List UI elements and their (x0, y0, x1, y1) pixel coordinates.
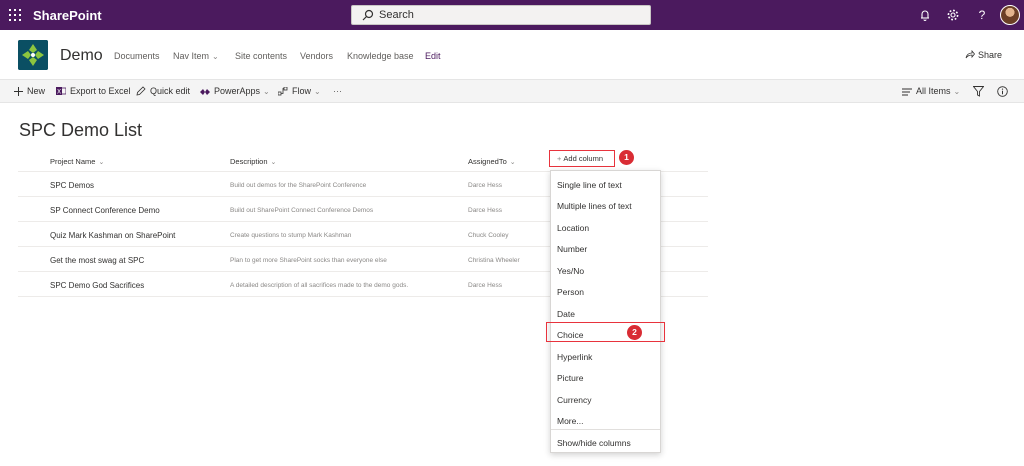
excel-icon: X (56, 87, 67, 96)
new-button[interactable]: New (14, 86, 45, 96)
cell-assigned-to: Darce Hess (468, 207, 502, 214)
export-excel-button[interactable]: X Export to Excel (56, 86, 131, 96)
new-label: New (27, 86, 46, 96)
search-icon (362, 9, 374, 21)
cell-description: Plan to get more SharePoint socks than e… (230, 257, 387, 264)
menu-item-more[interactable]: More... (557, 416, 583, 426)
add-column-label: Add column (563, 154, 603, 163)
nav-nav-item[interactable]: Nav Item ⌄ (173, 51, 219, 61)
flow-label: Flow (292, 86, 312, 96)
menu-item-picture[interactable]: Picture (557, 373, 583, 383)
menu-item-multiple-lines-text[interactable]: Multiple lines of text (557, 201, 632, 211)
menu-item-person[interactable]: Person (557, 287, 584, 297)
share-label: Share (978, 50, 1003, 60)
menu-item-hyperlink[interactable]: Hyperlink (557, 352, 592, 362)
choice-highlight-box (546, 322, 665, 342)
menu-item-location[interactable]: Location (557, 223, 589, 233)
quick-edit-button[interactable]: Quick edit (136, 86, 190, 96)
search-box[interactable]: Search (351, 5, 651, 25)
column-header-assigned-to[interactable]: AssignedTo ⌄ (468, 157, 516, 166)
site-logo-icon[interactable] (18, 40, 48, 70)
cell-description: Build out demos for the SharePoint Confe… (230, 182, 367, 189)
powerapps-label: PowerApps (214, 86, 261, 96)
column-header-label: Description (230, 157, 268, 166)
waffle-icon[interactable] (9, 9, 21, 21)
column-type-menu: Single line of text Multiple lines of te… (550, 170, 661, 453)
share-icon (965, 49, 976, 59)
menu-item-show-hide-columns[interactable]: Show/hide columns (557, 438, 631, 448)
column-header-project-name[interactable]: Project Name ⌄ (50, 157, 104, 166)
list-title: SPC Demo List (19, 120, 143, 140)
help-icon[interactable]: ? (975, 8, 989, 22)
avatar[interactable] (1000, 5, 1020, 25)
nav-site-contents[interactable]: Site contents (235, 51, 287, 61)
plus-icon (14, 87, 23, 96)
flow-icon (277, 86, 288, 96)
app-brand[interactable]: SharePoint (33, 8, 102, 23)
cell-assigned-to: Darce Hess (468, 282, 502, 289)
chevron-down-icon: ⌄ (98, 159, 105, 166)
menu-item-single-line-text[interactable]: Single line of text (557, 180, 622, 190)
menu-item-yes-no[interactable]: Yes/No (557, 266, 584, 276)
plus-icon: + (557, 154, 562, 163)
cell-assigned-to: Christina Wheeler (468, 257, 520, 264)
menu-item-date[interactable]: Date (557, 309, 575, 319)
cell-description: A detailed description of all sacrifices… (230, 282, 409, 289)
cell-assigned-to: Chuck Cooley (468, 232, 509, 239)
svg-text:X: X (57, 89, 61, 96)
more-commands-button[interactable]: ··· (333, 86, 342, 96)
powerapps-button[interactable]: PowerApps ⌄ (200, 86, 270, 96)
chevron-down-icon: ⌄ (263, 87, 270, 96)
cell-project-name: Quiz Mark Kashman on SharePoint (50, 231, 176, 240)
add-column-button[interactable]: + Add column (549, 150, 615, 167)
nav-knowledge-base[interactable]: Knowledge base (347, 51, 414, 61)
share-button[interactable]: Share (965, 49, 1003, 60)
filter-icon[interactable] (973, 86, 984, 97)
flow-button[interactable]: Flow ⌄ (277, 86, 321, 96)
site-title[interactable]: Demo (60, 47, 103, 65)
search-placeholder: Search (379, 9, 414, 21)
nav-documents[interactable]: Documents (114, 51, 160, 61)
menu-item-number[interactable]: Number (557, 244, 587, 254)
quick-edit-label: Quick edit (150, 86, 191, 96)
cell-project-name: SPC Demos (50, 181, 95, 190)
callout-badge-2: 2 (627, 325, 642, 340)
chevron-down-icon: ⌄ (314, 87, 321, 96)
cell-project-name: SP Connect Conference Demo (50, 206, 160, 215)
powerapps-icon (200, 89, 210, 95)
column-header-label: AssignedTo (468, 157, 507, 166)
view-label: All Items (916, 86, 951, 96)
nav-edit[interactable]: Edit (425, 51, 441, 61)
list-view-icon (902, 88, 912, 96)
cell-description: Create questions to stump Mark Kashman (230, 232, 352, 239)
column-header-description[interactable]: Description ⌄ (230, 157, 276, 166)
cell-description: Build out SharePoint Connect Conference … (230, 207, 374, 214)
bell-icon[interactable] (918, 8, 932, 22)
view-selector[interactable]: All Items ⌄ (902, 86, 960, 96)
chevron-down-icon: ⌄ (509, 159, 516, 166)
menu-divider (551, 429, 660, 430)
nav-vendors[interactable]: Vendors (300, 51, 333, 61)
chevron-down-icon: ⌄ (270, 159, 277, 166)
callout-badge-1: 1 (619, 150, 634, 165)
cell-assigned-to: Darce Hess (468, 182, 502, 189)
export-label: Export to Excel (70, 86, 131, 96)
column-header-label: Project Name (50, 157, 96, 166)
chevron-down-icon: ⌄ (953, 87, 961, 96)
nav-nav-item-label: Nav Item (173, 51, 210, 61)
command-bar: New X Export to Excel Quick edit PowerApp… (0, 79, 1024, 103)
menu-item-currency[interactable]: Currency (557, 395, 591, 405)
chevron-down-icon: ⌄ (212, 52, 219, 61)
pencil-icon (136, 86, 146, 96)
gear-icon[interactable] (946, 8, 960, 22)
suite-bar: SharePoint Search ? (0, 0, 1024, 30)
cell-project-name: Get the most swag at SPC (50, 256, 145, 265)
cell-project-name: SPC Demo God Sacrifices (50, 281, 145, 290)
info-icon[interactable] (997, 86, 1008, 97)
